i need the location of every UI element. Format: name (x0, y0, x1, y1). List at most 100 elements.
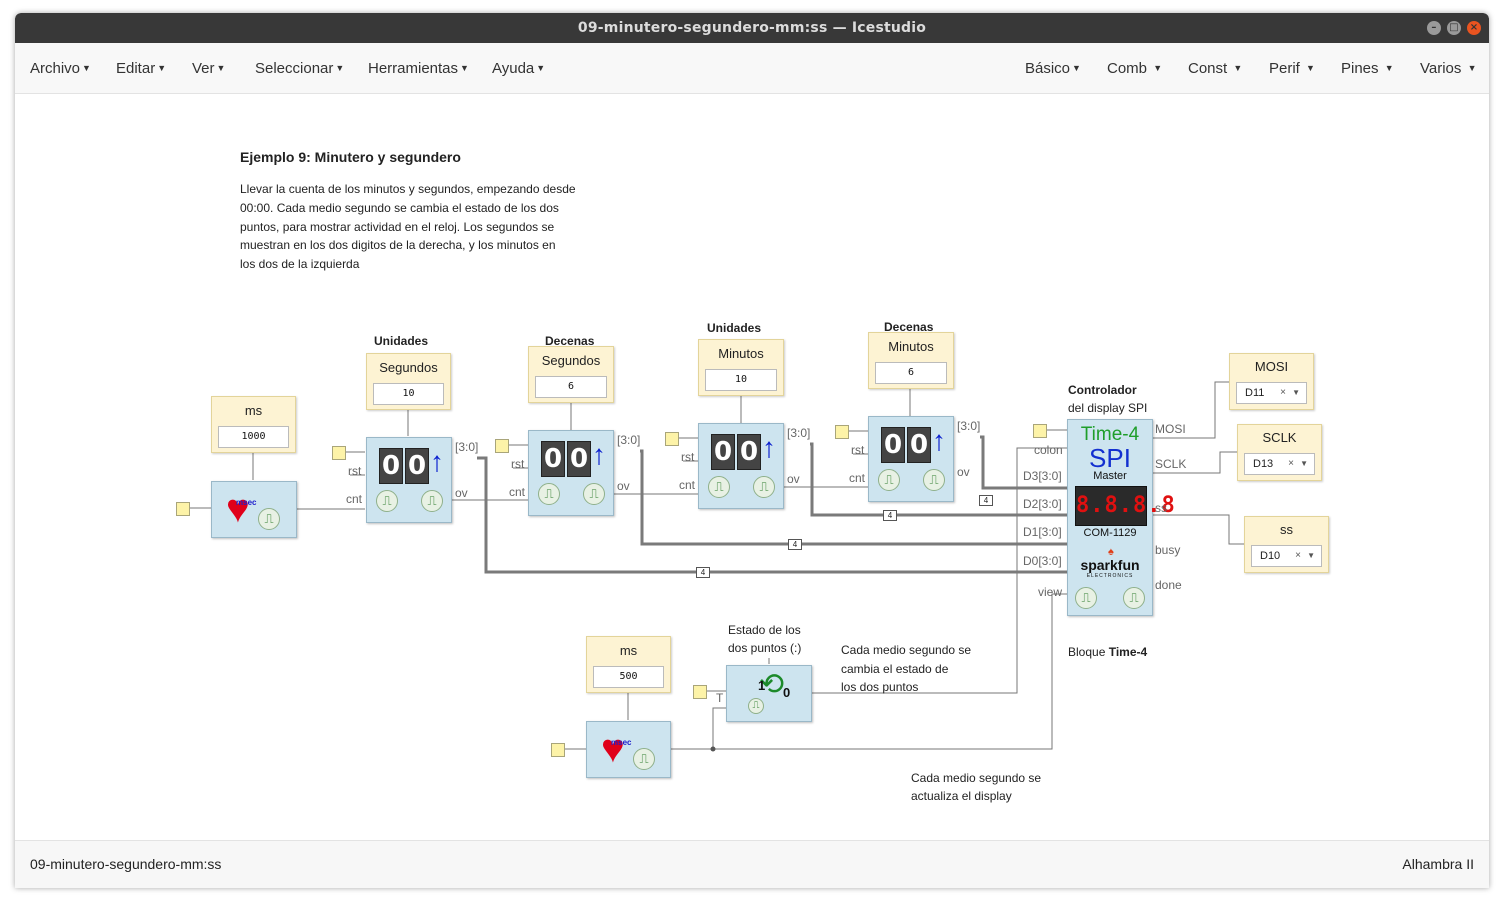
description-line: muestran en los dos digitos de la derech… (240, 238, 556, 252)
heartbeat-block[interactable]: ♥ msec ⎍ (586, 721, 671, 778)
constant-segundos-6[interactable]: Segundos 6 (528, 346, 614, 403)
clear-icon[interactable]: × (1280, 383, 1286, 403)
constant-label: Minutos (718, 346, 764, 361)
counter-digit: 0 (737, 434, 761, 470)
colon-comment: los dos puntos (841, 680, 919, 694)
msec-badge: msec (236, 498, 257, 507)
description-line: puntos, para mostrar actividad en el rel… (240, 220, 555, 234)
pin-select[interactable]: D11 × ▼ (1236, 382, 1307, 404)
menu-varios[interactable]: Varios ▼ (1420, 60, 1477, 77)
counter-block[interactable]: 0 0 ↑ ⎍ ⎍ (528, 430, 614, 516)
chevron-down-icon[interactable]: ▼ (1292, 383, 1300, 403)
menu-pines[interactable]: Pines ▼ (1341, 60, 1394, 77)
clock-input-pin[interactable] (551, 743, 565, 757)
clock-input-pin[interactable] (835, 425, 849, 439)
heart-icon: ♥ (601, 727, 625, 771)
constant-ms-500[interactable]: ms 500 (586, 636, 671, 693)
constant-label: Segundos (541, 353, 601, 368)
clock-icon: ⎍ (258, 508, 280, 530)
clear-icon[interactable]: × (1295, 546, 1301, 566)
menu-herramientas[interactable]: Herramientas ▼ (368, 60, 469, 77)
maximize-button[interactable]: □ (1447, 21, 1461, 35)
clock-input-pin[interactable] (332, 446, 346, 460)
clock-icon: ⎍ (376, 490, 398, 512)
menu-const[interactable]: Const ▼ (1188, 60, 1242, 77)
counter-digit: 0 (907, 427, 931, 463)
menu-ayuda[interactable]: Ayuda ▼ (492, 60, 545, 77)
pin-sclk[interactable]: SCLK D13 × ▼ (1237, 424, 1322, 481)
counter-digit: 0 (405, 448, 429, 484)
clock-input-pin[interactable] (1033, 424, 1047, 438)
colon-comment: Cada medio segundo se (841, 643, 972, 657)
title-bar: 09-minutero-segundero-mm:ss — Icestudio … (15, 13, 1489, 43)
clear-icon[interactable]: × (1288, 454, 1294, 474)
menu-archivo[interactable]: Archivo ▼ (30, 60, 91, 77)
spi-time4-block[interactable]: Time-4 SPI Master 8.8.8.8 COM-1129 ♠ spa… (1067, 419, 1176, 616)
port-colon: colon (1034, 443, 1063, 457)
counter-block[interactable]: 0 0 ↑ ⎍ ⎍ (698, 423, 784, 509)
menu-basico[interactable]: Básico ▼ (1025, 60, 1081, 77)
constant-ms-1000[interactable]: ms 1000 (211, 396, 296, 453)
brand-logo: sparkfun (1080, 557, 1140, 573)
colon-comment: cambia el estado de (841, 662, 949, 676)
design-canvas[interactable]: 4 4 4 4 Ejemplo 9: Minutero y segundero … (15, 94, 1489, 840)
display-digits: 8.8.8.8 (1076, 493, 1176, 518)
counter-block[interactable]: 0 0 ↑ ⎍ ⎍ (366, 437, 452, 523)
counter-block[interactable]: 0 0 ↑ ⎍ ⎍ (868, 416, 954, 502)
pin-label: SCLK (1262, 430, 1297, 445)
counter-digit: 0 (567, 441, 591, 477)
toggle-flipflop-block[interactable]: ⟲ 1 0 ⎍ (726, 665, 812, 722)
constant-value-field[interactable]: 10 (705, 369, 777, 391)
port-ov: ov (455, 486, 468, 500)
heart-icon: ♥ (226, 487, 250, 531)
pin-mosi[interactable]: MOSI D11 × ▼ (1229, 353, 1314, 410)
port-cnt: cnt (346, 492, 363, 506)
port-done: done (1155, 578, 1182, 592)
clock-input-pin[interactable] (176, 502, 190, 516)
clock-icon: ⎍ (1075, 587, 1097, 609)
bus-width-badge: 4 (979, 495, 993, 506)
minimize-button[interactable]: – (1427, 21, 1441, 35)
port-d2: D2[3:0] (1023, 497, 1062, 511)
constant-label: ms (244, 403, 263, 418)
footer-filename: 09-minutero-segundero-mm:ss (30, 856, 222, 872)
heartbeat-block[interactable]: ♥ msec ⎍ (211, 481, 297, 538)
heading-unidades-minutos: Unidades (707, 321, 762, 335)
counter-digit: 0 (881, 427, 905, 463)
constant-value-field[interactable]: 6 (875, 362, 947, 384)
pin-select[interactable]: D10 × ▼ (1251, 545, 1322, 567)
menu-ver[interactable]: Ver ▼ (192, 60, 225, 77)
clock-icon: ⎍ (878, 469, 900, 491)
port-bus-out: [3:0] (455, 440, 479, 454)
clock-input-pin[interactable] (693, 685, 707, 699)
menu-comb[interactable]: Comb ▼ (1107, 60, 1162, 77)
constant-value-field[interactable]: 10 (373, 383, 444, 405)
clock-input-pin[interactable] (665, 432, 679, 446)
pin-ss[interactable]: ss D10 × ▼ (1244, 516, 1329, 573)
chevron-down-icon[interactable]: ▼ (1300, 454, 1308, 474)
constant-value-field[interactable]: 1000 (218, 426, 289, 448)
footer-board[interactable]: Alhambra II (1402, 856, 1474, 872)
port-d1: D1[3:0] (1023, 525, 1062, 539)
chevron-down-icon[interactable]: ▼ (1307, 546, 1315, 566)
constant-minutos-6[interactable]: Minutos 6 (868, 332, 954, 389)
menu-seleccionar[interactable]: Seleccionar ▼ (255, 60, 344, 77)
menu-editar[interactable]: Editar ▼ (116, 60, 166, 77)
constant-segundos-10[interactable]: Segundos 10 (366, 353, 451, 410)
port-ov: ov (787, 472, 800, 486)
up-arrow-icon: ↑ (932, 425, 946, 456)
description-line: Llevar la cuenta de los minutos y segund… (240, 182, 576, 196)
constant-value-field[interactable]: 500 (593, 666, 664, 688)
constant-minutos-10[interactable]: Minutos 10 (698, 339, 784, 396)
port-rst: rst (851, 443, 865, 457)
menu-perif[interactable]: Perif ▼ (1269, 60, 1315, 77)
port-cnt: cnt (679, 478, 696, 492)
constant-value-field[interactable]: 6 (535, 376, 607, 398)
clock-input-pin[interactable] (495, 439, 509, 453)
close-button[interactable]: × (1467, 21, 1481, 35)
pin-select[interactable]: D13 × ▼ (1244, 453, 1315, 475)
clock-icon: ⎍ (753, 476, 775, 498)
block-part-number: COM-1129 (1083, 527, 1137, 539)
up-arrow-icon: ↑ (430, 446, 444, 477)
menu-bar: Archivo ▼ Editar ▼ Ver ▼ Seleccionar ▼ Herra… (15, 43, 1489, 94)
